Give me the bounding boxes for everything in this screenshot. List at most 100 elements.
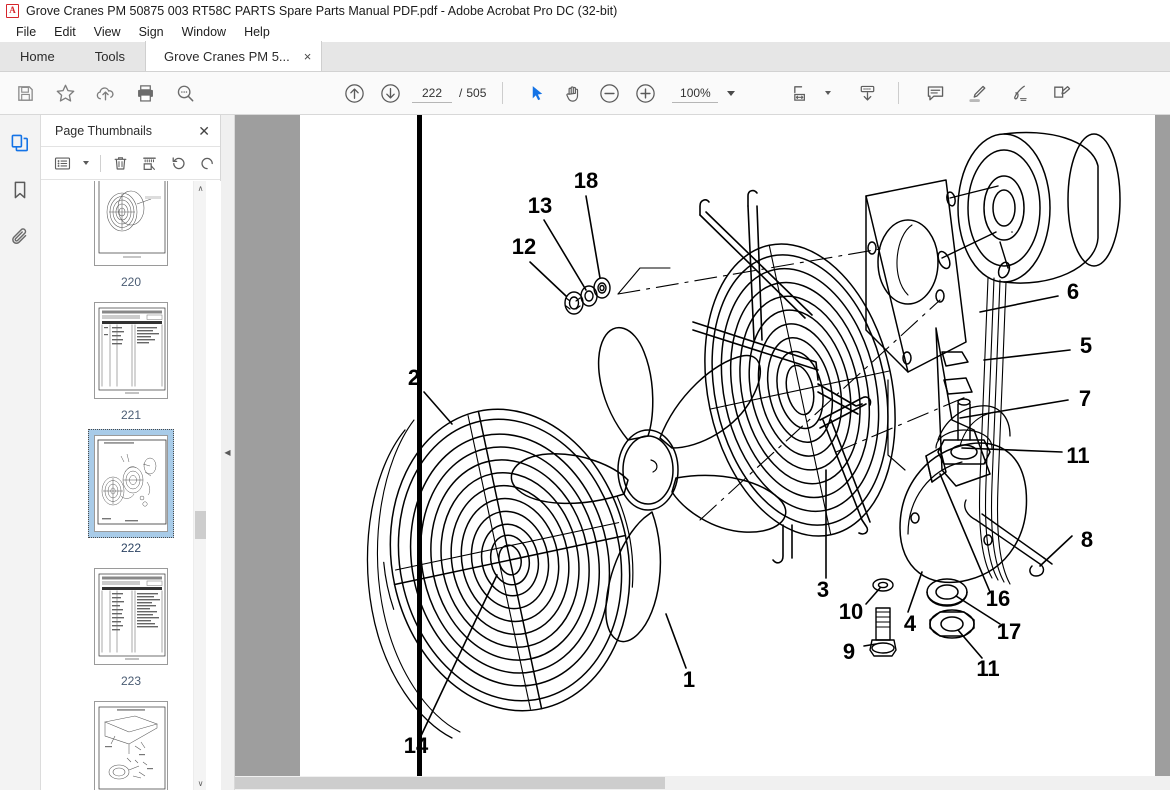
callout-7: 7	[1079, 386, 1091, 411]
thumbnails-panel-header: Page Thumbnails ✕	[41, 115, 220, 147]
panel-collapse-handle[interactable]: ◀	[221, 115, 235, 790]
window-title: Grove Cranes PM 50875 003 RT58C PARTS Sp…	[26, 4, 618, 18]
comment-icon[interactable]	[918, 76, 952, 110]
title-bar: A Grove Cranes PM 50875 003 RT58C PARTS …	[0, 0, 1170, 22]
chevron-left-icon: ◀	[224, 448, 231, 457]
page-number-input[interactable]	[412, 83, 452, 103]
delete-pages-icon[interactable]	[107, 151, 134, 176]
thumbnails-toolbar-divider	[100, 154, 101, 172]
options-dropdown-icon[interactable]	[78, 151, 94, 176]
callout-10: 10	[839, 599, 863, 624]
zoom-level-input[interactable]	[672, 83, 719, 103]
tab-document[interactable]: Grove Cranes PM 5... ×	[145, 41, 323, 71]
thumbnail-page-image	[94, 302, 168, 399]
rotate-cw-icon[interactable]	[194, 151, 220, 176]
search-icon[interactable]	[168, 76, 202, 110]
thumbnail-page-number: 221	[120, 408, 142, 422]
close-icon[interactable]: ✕	[198, 124, 210, 138]
list-item[interactable]: 224	[88, 695, 174, 790]
document-horizontal-scrollbar[interactable]: ◀	[235, 776, 1170, 790]
exploded-parts-diagram: 18 13 12 2 6 5 7 11 8 3 16 10 4 17 9 11 …	[366, 131, 1121, 758]
arrow-up-circle-icon[interactable]	[337, 76, 371, 110]
fit-width-dropdown-icon[interactable]	[820, 76, 836, 110]
cursor-arrow-icon[interactable]	[520, 76, 554, 110]
callout-1: 1	[683, 667, 695, 692]
sign-icon[interactable]	[1002, 76, 1036, 110]
tab-tools[interactable]: Tools	[75, 41, 145, 71]
navigation-rail	[0, 115, 41, 790]
hand-icon[interactable]	[556, 76, 590, 110]
callout-16: 16	[986, 586, 1010, 611]
tab-strip: Home Tools Grove Cranes PM 5... ×	[0, 41, 1170, 72]
attachment-icon[interactable]	[5, 222, 35, 252]
list-item[interactable]: 223	[88, 562, 174, 688]
main-toolbar: / 505	[0, 72, 1170, 115]
fit-width-icon[interactable]	[784, 76, 818, 110]
callout-6: 6	[1067, 279, 1079, 304]
chevron-down-icon[interactable]	[720, 76, 742, 110]
thumbnails-toolbar	[41, 147, 220, 180]
callout-4: 4	[904, 611, 917, 636]
extract-pages-icon[interactable]	[136, 151, 163, 176]
document-view[interactable]: 18 13 12 2 6 5 7 11 8 3 16 10 4 17 9 11 …	[235, 115, 1170, 790]
callout-5: 5	[1080, 333, 1092, 358]
list-item[interactable]: 221	[88, 296, 174, 422]
callout-13: 13	[528, 193, 552, 218]
options-list-icon[interactable]	[49, 151, 76, 176]
thumbnail-page-image	[94, 435, 168, 532]
scrollbar-thumb[interactable]	[195, 511, 206, 539]
zoom-out-icon[interactable]	[592, 76, 626, 110]
arrow-down-circle-icon[interactable]	[373, 76, 407, 110]
scroll-down-icon[interactable]: ∨	[194, 776, 207, 790]
thumbnail-page-image	[94, 701, 168, 790]
menu-sign[interactable]: Sign	[130, 22, 173, 42]
callout-11-lower: 11	[976, 656, 999, 681]
list-item[interactable]: 222	[88, 429, 174, 555]
save-icon[interactable]	[8, 76, 42, 110]
callout-2: 2	[408, 365, 420, 390]
menu-window[interactable]: Window	[173, 22, 235, 42]
callout-17: 17	[997, 619, 1021, 644]
callout-18: 18	[574, 168, 598, 193]
thumbnail-page-number: 222	[120, 541, 142, 555]
page-thumbnails-icon[interactable]	[5, 128, 35, 158]
scroll-mode-icon[interactable]	[850, 76, 884, 110]
toolbar-divider-2	[898, 82, 900, 104]
callout-9: 9	[843, 639, 855, 664]
acrobat-window: A Grove Cranes PM 50875 003 RT58C PARTS …	[0, 0, 1170, 790]
callout-3: 3	[817, 577, 829, 602]
page-thumbnails-panel: Page Thumbnails ✕ 220 221 222 223 ∧ ∨	[41, 115, 221, 790]
tab-home[interactable]: Home	[0, 41, 75, 71]
total-pages-label: 505	[466, 86, 487, 100]
bookmark-icon[interactable]	[5, 175, 35, 205]
zoom-in-icon[interactable]	[628, 76, 662, 110]
list-item[interactable]: 220	[88, 181, 174, 289]
document-vertical-scrollbar[interactable]	[1156, 115, 1170, 776]
toolbar-divider-1	[502, 82, 504, 104]
thumbnail-page-image	[94, 568, 168, 665]
scroll-up-icon[interactable]: ∧	[194, 181, 207, 195]
thumbnails-scrollbar[interactable]: ∧ ∨	[193, 181, 206, 790]
menu-help[interactable]: Help	[235, 22, 279, 42]
print-icon[interactable]	[128, 76, 162, 110]
menu-edit[interactable]: Edit	[45, 22, 85, 42]
panel-title: Page Thumbnails	[55, 123, 153, 138]
edit-pdf-icon[interactable]	[1044, 76, 1078, 110]
callout-8: 8	[1081, 527, 1093, 552]
menu-file[interactable]: File	[7, 22, 45, 42]
thumbnail-page-image	[94, 181, 168, 266]
thumbnail-page-number: 220	[120, 275, 142, 289]
close-icon[interactable]: ×	[304, 50, 312, 63]
hscrollbar-thumb[interactable]	[235, 777, 665, 789]
cloud-upload-icon[interactable]	[88, 76, 122, 110]
tab-document-label: Grove Cranes PM 5...	[164, 48, 290, 64]
callout-12: 12	[512, 234, 536, 259]
menu-view[interactable]: View	[85, 22, 130, 42]
star-icon[interactable]	[48, 76, 82, 110]
rotate-ccw-icon[interactable]	[165, 151, 192, 176]
thumbnail-page-number: 223	[120, 674, 142, 688]
page-separator: /	[459, 86, 463, 100]
callout-11-upper: 11	[1066, 443, 1089, 468]
acrobat-icon: A	[6, 4, 19, 18]
highlight-icon[interactable]	[960, 76, 994, 110]
